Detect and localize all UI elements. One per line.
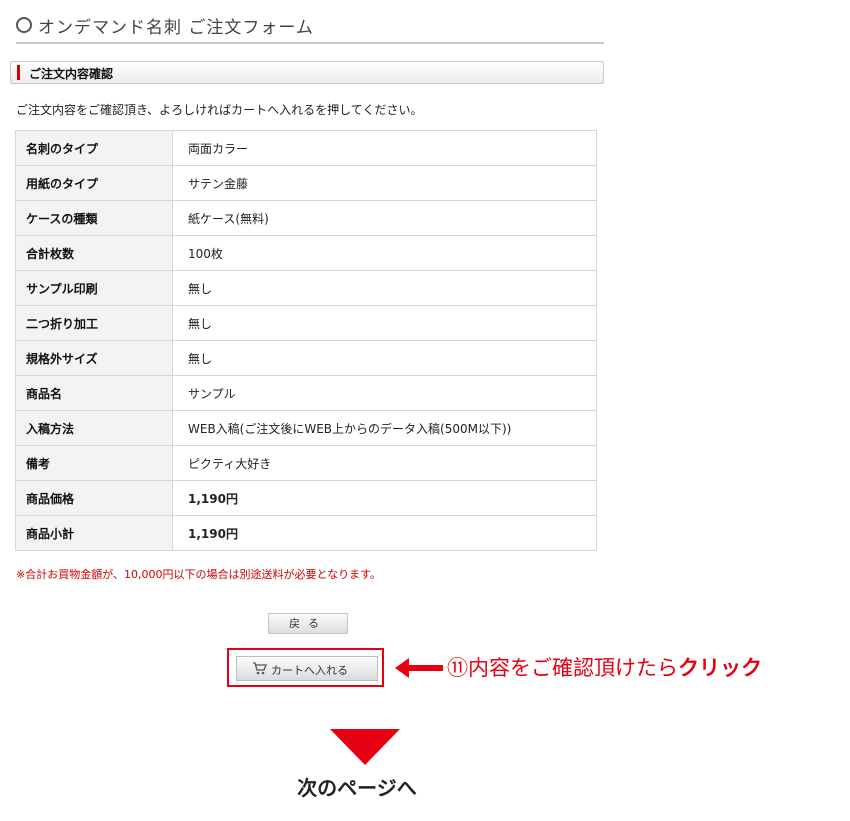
table-row: 商品名 サンプル: [15, 375, 597, 411]
row-value: 紙ケース(無料): [172, 200, 597, 236]
shipping-notice: ※合計お買物金額が、10,000円以下の場合は別途送料が必要となります。: [16, 568, 382, 581]
row-label: ケースの種類: [15, 200, 173, 236]
row-value: 無し: [172, 340, 597, 376]
row-label: 商品価格: [15, 480, 173, 516]
instruction-text: ご注文内容をご確認頂き、よろしければカートへ入れるを押してください。: [16, 103, 423, 117]
row-value: 100枚: [172, 235, 597, 271]
add-to-cart-label: カートへ入れる: [271, 664, 348, 677]
table-row: 二つ折り加工 無し: [15, 305, 597, 341]
section-marker: [17, 65, 20, 80]
table-row: ケースの種類 紙ケース(無料): [15, 200, 597, 236]
row-label: 商品名: [15, 375, 173, 411]
table-row: 名刺のタイプ 両面カラー: [15, 130, 597, 166]
row-value: 無し: [172, 270, 597, 306]
table-row: 用紙のタイプ サテン金藤: [15, 165, 597, 201]
row-label: 商品小計: [15, 515, 173, 551]
row-label: 合計枚数: [15, 235, 173, 271]
circle-icon: [16, 17, 32, 33]
row-label: 二つ折り加工: [15, 305, 173, 341]
row-value: WEB入稿(ご注文後にWEB上からのデータ入稿(500M以下)): [172, 410, 597, 446]
instruction-annotation: ⑪内容をご確認頂けたらクリック: [447, 652, 762, 682]
table-row: 合計枚数 100枚: [15, 235, 597, 271]
annotation-emphasis: クリック: [678, 656, 762, 680]
page-title-text: オンデマンド名刺 ご注文フォーム: [38, 18, 314, 38]
table-row: 入稿方法 WEB入稿(ご注文後にWEB上からのデータ入稿(500M以下)): [15, 410, 597, 446]
cart-icon: [253, 662, 267, 675]
row-label: 用紙のタイプ: [15, 165, 173, 201]
table-row: 備考 ピクティ大好き: [15, 445, 597, 481]
section-header: ご注文内容確認: [10, 61, 604, 84]
table-row: 規格外サイズ 無し: [15, 340, 597, 376]
row-value: 1,190円: [172, 515, 597, 551]
annotation-text: 内容をご確認頂けたら: [468, 656, 678, 680]
step-number: ⑪: [447, 656, 468, 680]
next-page-label: 次のページへ: [297, 776, 417, 800]
row-value: サテン金藤: [172, 165, 597, 201]
table-row: 商品価格 1,190円: [15, 480, 597, 516]
arrow-left-icon: [395, 658, 443, 678]
add-to-cart-button[interactable]: カートへ入れる: [236, 656, 378, 681]
row-label: サンプル印刷: [15, 270, 173, 306]
row-value: 1,190円: [172, 480, 597, 516]
row-label: 名刺のタイプ: [15, 130, 173, 166]
down-triangle-icon: [330, 729, 400, 765]
row-label: 備考: [15, 445, 173, 481]
row-value: 両面カラー: [172, 130, 597, 166]
row-value: サンプル: [172, 375, 597, 411]
page-title: オンデマンド名刺 ご注文フォーム: [16, 12, 604, 44]
table-row: 商品小計 1,190円: [15, 515, 597, 551]
section-title: ご注文内容確認: [29, 67, 114, 81]
row-label: 規格外サイズ: [15, 340, 173, 376]
row-value: 無し: [172, 305, 597, 341]
table-row: サンプル印刷 無し: [15, 270, 597, 306]
row-label: 入稿方法: [15, 410, 173, 446]
back-button[interactable]: 戻る: [268, 613, 348, 634]
order-confirm-table: 名刺のタイプ 両面カラー 用紙のタイプ サテン金藤 ケースの種類 紙ケース(無料…: [15, 130, 597, 551]
row-value: ピクティ大好き: [172, 445, 597, 481]
